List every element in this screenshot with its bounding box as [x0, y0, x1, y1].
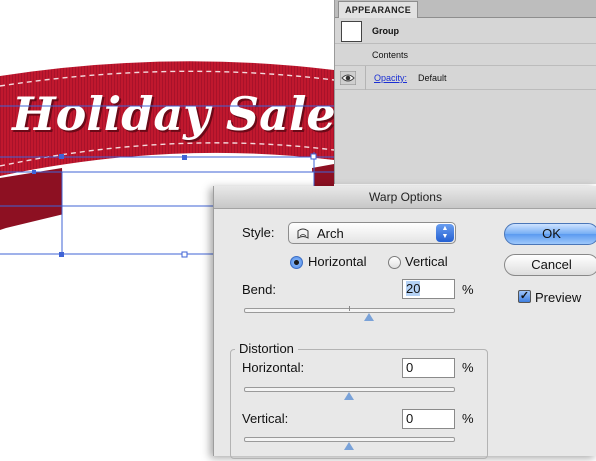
- bend-value: 20: [406, 281, 421, 296]
- dialog-title: Warp Options: [369, 190, 442, 204]
- dialog-title-bar[interactable]: Warp Options: [214, 186, 596, 209]
- bend-input[interactable]: 20: [402, 279, 455, 299]
- appearance-row-contents[interactable]: Contents: [335, 44, 596, 66]
- anchor-point[interactable]: [32, 170, 36, 174]
- distortion-horizontal-thumb[interactable]: [344, 392, 354, 400]
- tab-appearance[interactable]: APPEARANCE: [338, 1, 419, 18]
- distortion-horizontal-unit: %: [462, 360, 474, 375]
- contents-label: Contents: [372, 50, 409, 60]
- preview-label: Preview: [535, 290, 582, 305]
- distortion-title: Distortion: [235, 341, 298, 356]
- warp-options-dialog: Warp Options Style: Arch ▲ ▼ Horizontal V…: [213, 186, 596, 459]
- arch-warp-icon: [297, 228, 309, 239]
- opacity-value: Default: [418, 73, 447, 83]
- style-label: Style:: [242, 225, 275, 240]
- opacity-link[interactable]: Opacity:: [374, 73, 407, 83]
- selection-handle[interactable]: [59, 154, 64, 159]
- selection-handle[interactable]: [310, 153, 317, 160]
- distortion-vertical-label: Vertical:: [242, 411, 289, 426]
- radio-vertical[interactable]: [388, 256, 401, 269]
- banner-text: Holiday Sale!: [10, 87, 356, 141]
- selection-handle[interactable]: [182, 155, 187, 160]
- appearance-panel: APPEARANCE Group Contents Opacity: Defau…: [334, 0, 596, 184]
- bend-label: Bend:: [242, 282, 276, 297]
- distortion-vertical-value: 0: [406, 411, 414, 426]
- visibility-toggle[interactable]: [335, 66, 366, 90]
- radio-horizontal-label: Horizontal: [308, 254, 367, 269]
- ribbon-tail-left: [0, 168, 64, 230]
- distortion-horizontal-value: 0: [406, 360, 414, 375]
- eye-icon: [340, 71, 356, 85]
- bend-slider-thumb[interactable]: [364, 313, 374, 321]
- selection-handle[interactable]: [59, 252, 64, 257]
- appearance-row-opacity[interactable]: Opacity: Default: [335, 66, 596, 90]
- style-select[interactable]: Arch ▲ ▼: [288, 222, 456, 244]
- radio-vertical-label: Vertical: [405, 254, 448, 269]
- group-thumbnail: [341, 21, 362, 42]
- bend-unit: %: [462, 282, 474, 297]
- ok-button[interactable]: OK: [504, 223, 596, 245]
- group-label: Group: [372, 26, 399, 36]
- bend-slider-center-tick: [349, 306, 350, 311]
- chevron-updown-icon: ▲ ▼: [436, 224, 454, 242]
- panel-tab-bar: APPEARANCE: [335, 0, 596, 18]
- preview-checkbox[interactable]: ✓: [518, 290, 531, 303]
- selection-handle[interactable]: [181, 251, 188, 258]
- distortion-horizontal-input[interactable]: 0: [402, 358, 455, 378]
- cancel-button[interactable]: Cancel: [504, 254, 596, 276]
- style-select-value: Arch: [317, 226, 344, 241]
- distortion-vertical-unit: %: [462, 411, 474, 426]
- distortion-vertical-thumb[interactable]: [344, 442, 354, 450]
- distortion-vertical-input[interactable]: 0: [402, 409, 455, 429]
- distortion-horizontal-label: Horizontal:: [242, 360, 305, 375]
- appearance-row-group[interactable]: Group: [335, 18, 596, 44]
- radio-horizontal[interactable]: [290, 256, 303, 269]
